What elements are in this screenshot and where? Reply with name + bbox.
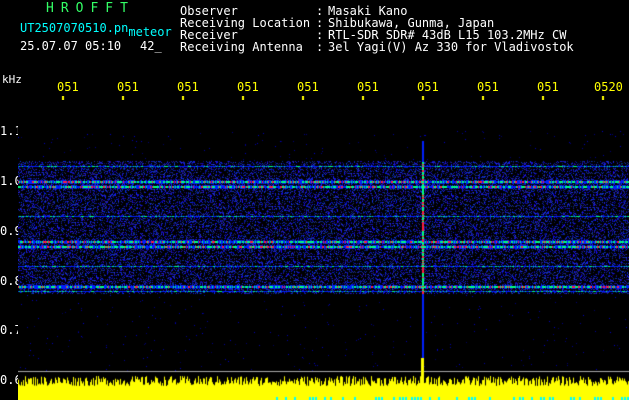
x-tick-label: 051 <box>177 80 199 94</box>
x-tick-label: 051 <box>117 80 139 94</box>
spectrogram-canvas <box>18 100 629 400</box>
x-tick-label: 051 <box>417 80 439 94</box>
info-value-antenna: 3el Yagi(V) Az 330 for Vladivostok <box>328 40 574 54</box>
capture-datetime: 25.07.07 05:10 <box>20 39 122 53</box>
file-name: UT2507070510.pnmeteor <box>20 21 172 38</box>
file-name-text: UT2507070510.pn <box>20 21 129 35</box>
file-name-suffix: meteor <box>128 25 172 39</box>
info-label-antenna: Receiving Antenna <box>180 40 303 54</box>
brand-title: HROFFT <box>46 1 135 16</box>
x-tick-label: 051 <box>57 80 79 94</box>
x-tick-label: 051 <box>237 80 259 94</box>
y-unit-label: kHz <box>2 73 22 86</box>
x-tick-label: 051 <box>297 80 319 94</box>
x-tick-label: 051 <box>477 80 499 94</box>
x-tick-label: 051 <box>537 80 559 94</box>
x-tick-label: 0520 <box>594 80 623 94</box>
x-tick-label: 051 <box>357 80 379 94</box>
info-sep: : <box>316 40 324 54</box>
capture-duration: 42_ <box>140 39 162 53</box>
